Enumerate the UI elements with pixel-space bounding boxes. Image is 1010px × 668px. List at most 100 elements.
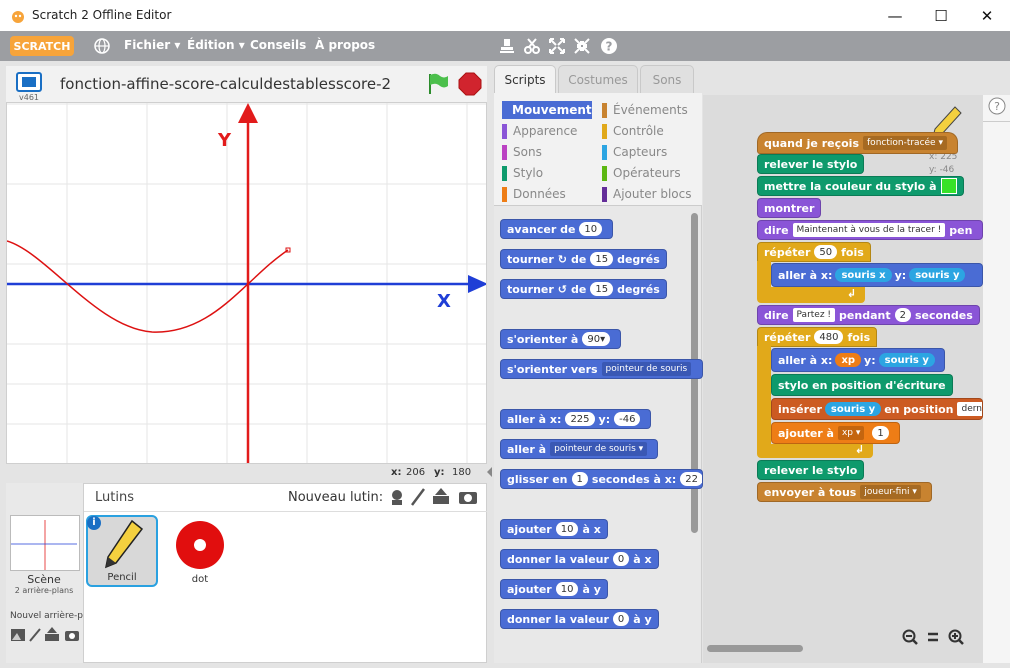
block-point-direction[interactable]: s'orienter à 90▾ [500, 329, 622, 349]
category-sensing[interactable]: Capteurs [602, 143, 667, 161]
category-looks[interactable]: Apparence [502, 122, 577, 140]
maximize-button[interactable]: ☐ [918, 0, 964, 31]
block-turn-left[interactable]: tourner ↺ de 15 degrés [500, 279, 667, 299]
reporter-mouse-x[interactable]: souris x [835, 268, 892, 282]
category-motion[interactable]: Mouvement [502, 101, 592, 119]
block-set-x[interactable]: donner la valeur 0 à x [500, 549, 659, 569]
fullscreen-icon[interactable] [16, 72, 42, 92]
paint-backdrop-icon[interactable] [10, 628, 26, 642]
grow-icon[interactable] [548, 37, 566, 55]
help-icon[interactable]: ? [600, 37, 618, 55]
block-change-y[interactable]: ajouter 10 à y [500, 579, 608, 599]
block-input[interactable]: 50 [814, 245, 838, 259]
block-input[interactable]: 0 [612, 612, 630, 626]
sprite-library-icon[interactable] [388, 488, 406, 506]
block-change-x[interactable]: ajouter 10 à x [500, 519, 608, 539]
block-dropdown[interactable]: fonction-tracée ▾ [863, 136, 947, 150]
block-change-var[interactable]: ajouter à xp ▾ 1 [771, 422, 900, 444]
block-input[interactable]: 0 [612, 552, 630, 566]
menu-tips[interactable]: Conseils [250, 38, 306, 52]
minimize-button[interactable]: — [872, 0, 918, 31]
block-input[interactable]: 1 [571, 472, 588, 486]
stop-icon[interactable] [458, 72, 482, 96]
sprite-tile-pencil[interactable]: i Pencil [86, 515, 158, 587]
block-glide[interactable]: glisser en 1 secondes à x: 22 [500, 469, 703, 489]
category-operators[interactable]: Opérateurs [602, 164, 681, 182]
block-input[interactable]: 10 [555, 522, 579, 536]
category-more-blocks[interactable]: Ajouter blocs [602, 185, 691, 203]
block-show[interactable]: montrer [757, 198, 822, 218]
camera-backdrop-icon[interactable] [64, 628, 80, 642]
block-goto-xp[interactable]: aller à x: xp y: souris y [771, 348, 945, 372]
reporter-mouse-y[interactable]: souris y [909, 268, 966, 282]
block-dropdown[interactable]: pointeur de souris [601, 362, 692, 376]
scene-thumbnail[interactable] [10, 515, 80, 571]
green-flag-icon[interactable] [426, 72, 450, 96]
info-icon[interactable]: i [87, 516, 101, 530]
reporter-xp[interactable]: xp [835, 353, 862, 367]
reporter-mouse-y[interactable]: souris y [878, 353, 935, 367]
project-title[interactable]: fonction-affine-score-calculdestablessco… [60, 75, 391, 93]
block-set-y[interactable]: donner la valeur 0 à y [500, 609, 659, 629]
block-input[interactable]: 2 [894, 308, 911, 322]
block-set-pen-color[interactable]: mettre la couleur du stylo à [757, 176, 964, 196]
paint-sprite-icon[interactable] [410, 488, 426, 506]
block-input[interactable]: 15 [590, 252, 614, 266]
block-point-towards[interactable]: s'orienter vers pointeur de souris [500, 359, 703, 379]
block-goto[interactable]: aller à pointeur de souris ▾ [500, 439, 659, 459]
reporter-mouse-y[interactable]: souris y [824, 402, 882, 416]
shrink-icon[interactable] [573, 37, 591, 55]
block-input[interactable]: -46 [614, 412, 641, 426]
block-repeat-50[interactable]: répéter 50 fois [757, 242, 871, 262]
duplicate-stamp-icon[interactable] [498, 37, 516, 55]
close-button[interactable]: ✕ [964, 0, 1010, 31]
zoom-reset-icon[interactable] [926, 630, 940, 644]
block-goto-xy[interactable]: aller à x: 225 y: -46 [500, 409, 652, 429]
category-events[interactable]: Événements [602, 101, 688, 119]
pane-splitter[interactable] [487, 66, 494, 663]
zoom-in-icon[interactable] [948, 629, 964, 645]
block-pen-down[interactable]: stylo en position d'écriture [771, 374, 953, 396]
menu-about[interactable]: À propos [315, 38, 375, 52]
menu-file[interactable]: Fichier ▾ [124, 38, 180, 52]
block-insert-list[interactable]: insérer souris y en position dern [771, 398, 983, 420]
block-when-receive[interactable]: quand je reçois fonction-tracée ▾ [757, 132, 958, 154]
sprite-tile-dot[interactable]: dot [164, 515, 236, 587]
block-say[interactable]: dire Maintenant à vous de la tracer ! pen [757, 220, 983, 240]
block-input[interactable]: Maintenant à vous de la tracer ! [792, 223, 946, 237]
scratch-logo[interactable]: SCRATCH [10, 36, 74, 56]
help-icon[interactable]: ? [988, 97, 1006, 115]
scripts-h-scrollbar[interactable] [707, 645, 803, 652]
block-goto-mouse[interactable]: aller à x: souris x y: souris y [771, 263, 983, 287]
stage-canvas[interactable]: Y X [6, 102, 487, 464]
pen-color-swatch[interactable] [940, 178, 957, 194]
block-dropdown[interactable]: xp ▾ [837, 426, 865, 440]
globe-icon[interactable] [94, 38, 110, 54]
collapse-arrow-icon[interactable] [487, 467, 492, 477]
delete-scissors-icon[interactable] [523, 37, 541, 55]
tab-sounds[interactable]: Sons [640, 65, 694, 93]
category-sound[interactable]: Sons [502, 143, 542, 161]
block-input[interactable]: 15 [590, 282, 614, 296]
block-move[interactable]: avancer de 10 [500, 219, 614, 239]
block-repeat-480[interactable]: répéter 480 fois [757, 327, 878, 347]
zoom-out-icon[interactable] [902, 629, 918, 645]
block-input[interactable]: 10 [555, 582, 579, 596]
upload-sprite-icon[interactable] [432, 487, 450, 505]
category-data[interactable]: Données [502, 185, 566, 203]
block-input[interactable]: 225 [565, 412, 595, 426]
category-control[interactable]: Contrôle [602, 122, 664, 140]
block-broadcast[interactable]: envoyer à tous joueur-fini ▾ [757, 482, 932, 502]
block-turn-right[interactable]: tourner ↻ de 15 degrés [500, 249, 667, 269]
block-pen-up[interactable]: relever le stylo [757, 154, 865, 174]
block-input[interactable]: Partez ! [792, 308, 836, 322]
block-dropdown[interactable]: pointeur de souris ▾ [550, 442, 648, 456]
block-input[interactable]: 1 [872, 426, 889, 440]
block-input[interactable]: 10 [579, 222, 603, 236]
block-input[interactable]: 90▾ [582, 332, 611, 346]
block-input[interactable]: 22 [680, 472, 702, 486]
upload-backdrop-icon[interactable] [44, 626, 60, 642]
tab-costumes[interactable]: Costumes [558, 65, 638, 93]
tab-scripts[interactable]: Scripts [494, 65, 556, 93]
block-say-for[interactable]: dire Partez ! pendant 2 secondes [757, 305, 980, 325]
